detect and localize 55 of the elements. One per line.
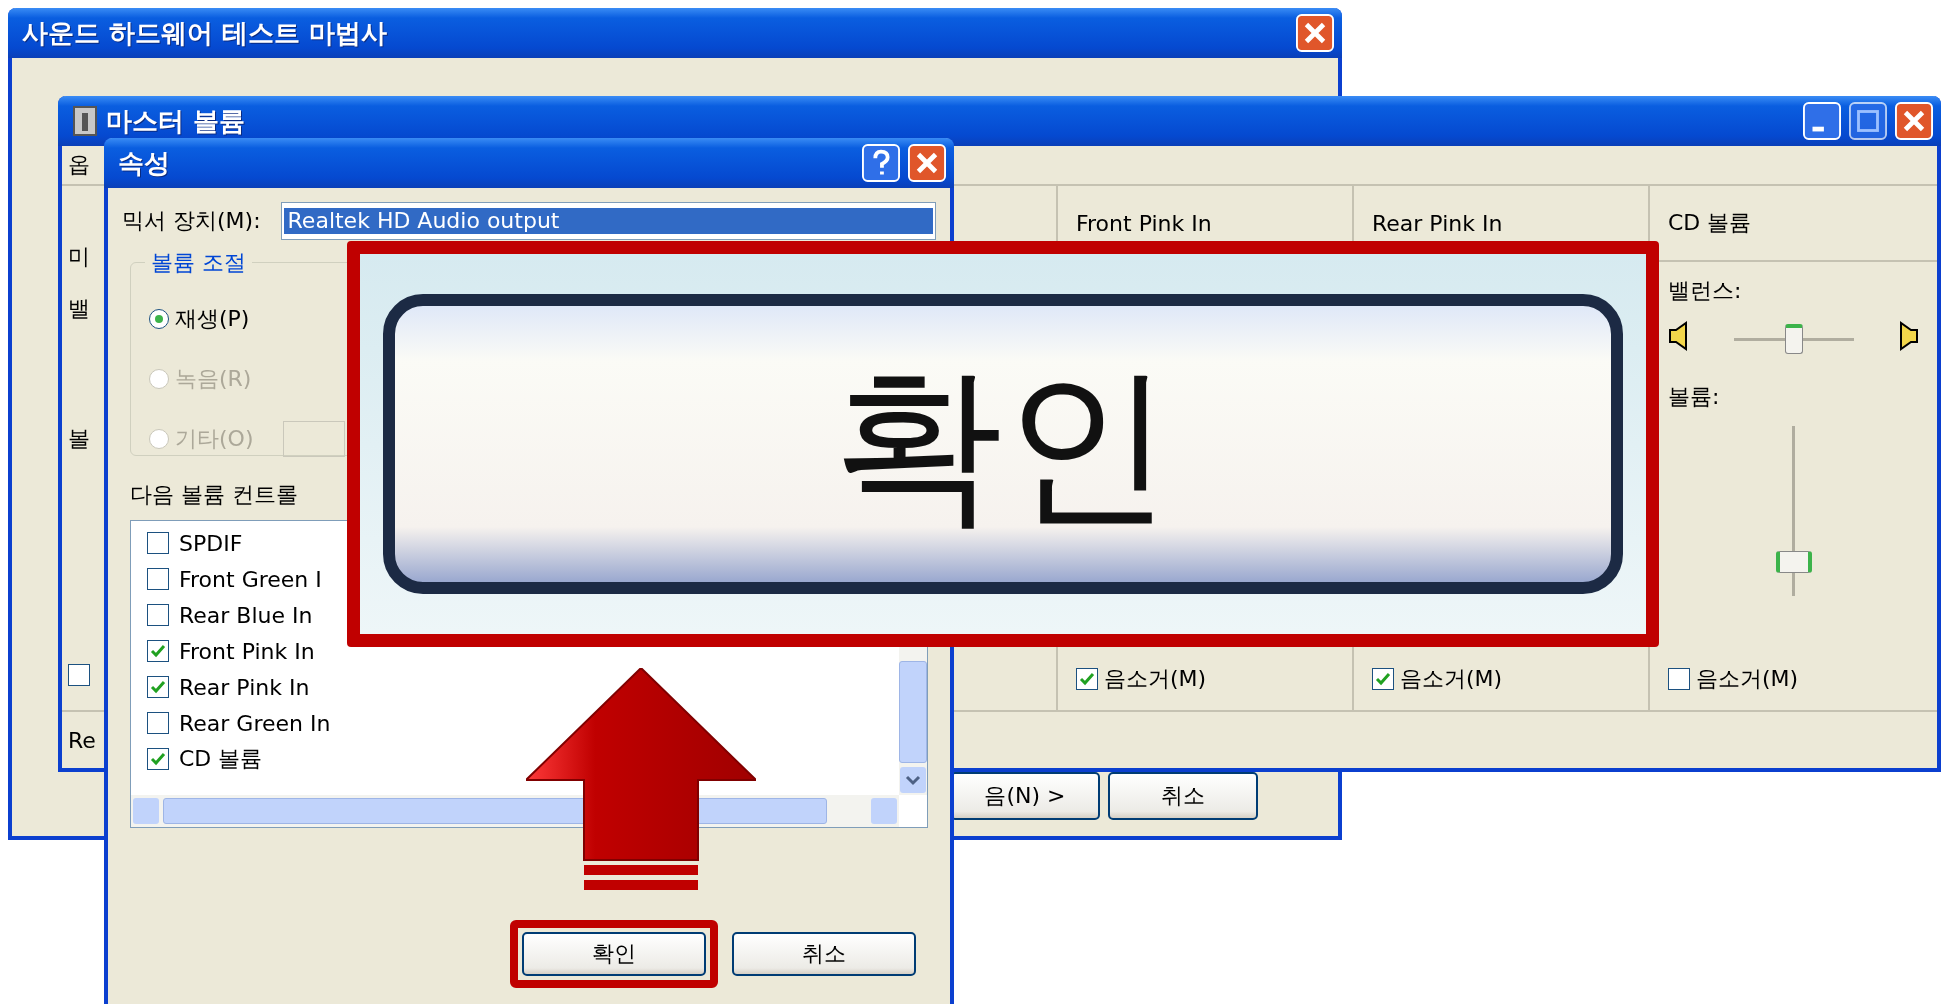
list-item-label[interactable]: Rear Blue In — [179, 602, 313, 628]
wizard-button[interactable]: 취소 — [1108, 772, 1258, 820]
column-title: 미 — [68, 243, 90, 271]
column-title: CD 볼륨 — [1668, 209, 1752, 237]
mute-label[interactable]: 음소거(M) — [1696, 664, 1799, 694]
list-item-label[interactable]: Front Pink In — [179, 638, 315, 664]
volume-label: 볼륨: — [1668, 383, 1721, 411]
checkbox[interactable] — [147, 532, 169, 554]
list-label: 다음 볼륨 컨트롤 — [130, 481, 299, 509]
column-title: Front Pink In — [1076, 210, 1212, 236]
checkbox[interactable] — [147, 568, 169, 590]
mixer-dropdown[interactable]: Realtek HD Audio output — [280, 202, 936, 240]
help-button[interactable] — [862, 144, 900, 182]
close-button[interactable] — [1895, 102, 1933, 140]
dialog-button[interactable]: 취소 — [732, 932, 916, 976]
radio-button[interactable] — [149, 309, 169, 329]
mute-label[interactable]: 음소거(M) — [1400, 664, 1503, 694]
scroll-down-button[interactable] — [900, 767, 926, 793]
slider-thumb[interactable] — [1784, 324, 1803, 354]
balance-label: 밸런스: — [1668, 277, 1743, 305]
checkbox[interactable] — [147, 712, 169, 734]
menu-item[interactable]: 옵 — [68, 150, 90, 180]
checkbox[interactable] — [147, 604, 169, 626]
minimize-button[interactable] — [1803, 102, 1841, 140]
list-item-label[interactable]: Rear Pink In — [179, 674, 310, 700]
checkbox[interactable] — [147, 676, 169, 698]
balance-label: 밸 — [68, 295, 90, 323]
mute-checkbox[interactable] — [68, 664, 90, 686]
radio-label[interactable]: 재생(P) — [175, 304, 250, 334]
list-item-label[interactable]: SPDIF — [179, 530, 243, 556]
checkbox[interactable] — [147, 748, 169, 770]
status-text: Re — [68, 727, 96, 753]
close-button[interactable] — [908, 144, 946, 182]
volume-slider[interactable] — [1773, 426, 1814, 596]
list-item-label[interactable]: CD 볼륨 — [179, 744, 263, 774]
window-title: 속성 — [118, 146, 171, 180]
maximize-button[interactable] — [1849, 102, 1887, 140]
window-title: 사운드 하드웨어 테스트 마법사 — [22, 16, 389, 50]
up-arrow-icon — [526, 668, 756, 892]
mute-checkbox[interactable] — [1668, 668, 1690, 690]
mute-checkbox[interactable] — [1372, 668, 1394, 690]
ok-button-closeup[interactable]: 확인 — [383, 294, 1623, 594]
mute-label[interactable]: 음소거(M) — [1104, 664, 1207, 694]
dialog-button[interactable]: 확인 — [522, 932, 706, 976]
close-button[interactable] — [1296, 14, 1334, 52]
list-item-label[interactable]: Rear Green In — [179, 710, 331, 736]
mute-checkbox[interactable] — [1076, 668, 1098, 690]
slider-thumb[interactable] — [1775, 551, 1812, 573]
scrollbar-thumb[interactable] — [899, 661, 927, 763]
window-title: 마스터 볼륨 — [106, 104, 247, 138]
list-item-label[interactable]: Front Green I — [179, 566, 322, 592]
checkbox[interactable] — [147, 640, 169, 662]
mixer-label: 믹서 장치(M): — [122, 207, 261, 235]
column-title: Rear Pink In — [1372, 210, 1503, 236]
volume-label: 볼 — [68, 425, 90, 453]
